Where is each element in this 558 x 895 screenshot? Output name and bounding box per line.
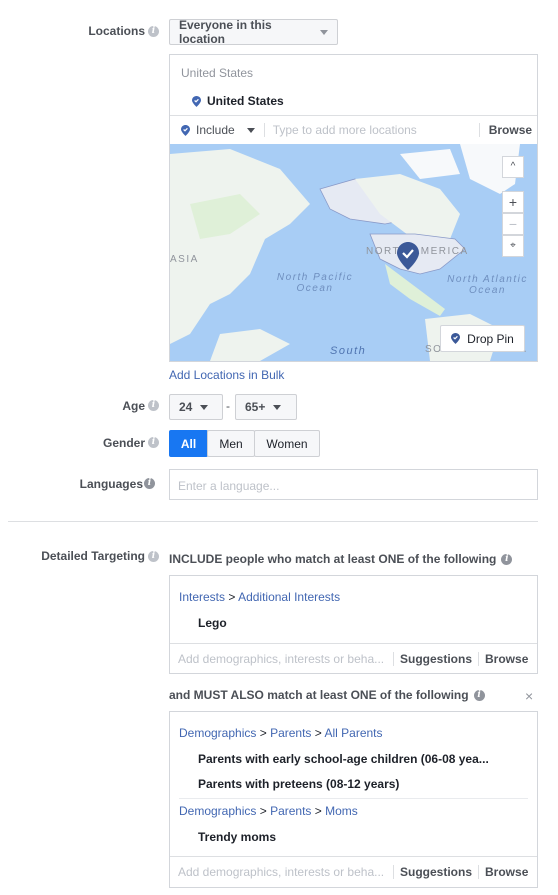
category-path[interactable]: Interests > Additional Interests — [179, 590, 340, 604]
include-search-input[interactable]: Add demographics, interests or beha... — [178, 652, 393, 666]
map-label: North Pacific Ocean — [276, 272, 354, 294]
add-locations-bulk-link[interactable]: Add Locations in Bulk — [169, 368, 284, 382]
targeting-item[interactable]: Trendy moms — [198, 830, 276, 844]
gender-women-button[interactable]: Women — [254, 430, 320, 457]
age-min-dropdown[interactable]: 24 — [169, 394, 223, 420]
category-path[interactable]: Demographics > Parents > All Parents — [179, 726, 383, 740]
targeting-item[interactable]: Parents with early school-age children (… — [198, 752, 489, 766]
location-box: United States United States Include Type… — [169, 54, 538, 362]
must-search-input[interactable]: Add demographics, interests or beha... — [178, 865, 393, 879]
chevron-down-icon — [200, 404, 209, 410]
map-label: ASIA — [170, 254, 199, 265]
age-separator: - — [226, 399, 230, 413]
must-search-row: Add demographics, interests or beha... S… — [170, 856, 537, 887]
location-pin-icon — [181, 124, 190, 136]
chevron-down-icon — [273, 404, 282, 410]
location-pin-icon — [192, 95, 201, 107]
map[interactable]: ASIA NORTH AMERICA North Pacific Ocean N… — [170, 144, 537, 361]
chevron-down-icon — [320, 29, 328, 35]
zoom-in-button[interactable]: + — [502, 191, 524, 213]
detailed-targeting-label: Detailed Targeting — [41, 549, 145, 563]
include-dropdown[interactable]: Include — [181, 123, 255, 137]
age-max-dropdown[interactable]: 65+ — [235, 394, 297, 420]
group-divider — [179, 798, 528, 799]
location-pin-icon — [451, 333, 461, 344]
targeting-item[interactable]: Parents with preteens (08-12 years) — [198, 777, 399, 791]
browse-button[interactable]: Browse — [485, 865, 528, 879]
category-path[interactable]: Demographics > Parents > Moms — [179, 804, 358, 818]
map-label: South — [330, 345, 367, 357]
recenter-button[interactable]: ⌖ — [502, 235, 524, 257]
include-search-row: Add demographics, interests or beha... S… — [170, 643, 537, 673]
languages-label: Languages — [79, 477, 143, 491]
suggestions-button[interactable]: Suggestions — [400, 652, 472, 666]
chevron-down-icon — [246, 127, 255, 133]
gender-all-button[interactable]: All — [169, 430, 208, 457]
must-box: Demographics > Parents > All Parents Par… — [169, 711, 538, 888]
location-search-input[interactable]: Type to add more locations — [273, 123, 473, 137]
gender-men-button[interactable]: Men — [207, 430, 255, 457]
include-box: Interests > Additional Interests Lego Ad… — [169, 575, 538, 674]
map-collapse-button[interactable]: ^ — [502, 156, 524, 178]
info-icon[interactable]: i — [473, 689, 485, 701]
gender-label: Gender — [102, 436, 145, 450]
include-heading: INCLUDE people who match at least ONE of… — [169, 552, 513, 566]
map-label: North Atlantic Ocean — [447, 274, 528, 296]
info-icon[interactable]: i — [148, 437, 159, 448]
must-heading: and MUST ALSO match at least ONE of the … — [169, 688, 485, 702]
location-group-header: United States — [181, 66, 254, 80]
info-icon[interactable]: i — [148, 26, 159, 37]
targeting-item[interactable]: Lego — [198, 616, 227, 630]
browse-locations-button[interactable]: Browse — [489, 123, 532, 137]
selected-location[interactable]: United States — [192, 94, 284, 108]
info-icon[interactable]: i — [144, 478, 155, 489]
language-input[interactable]: Enter a language... — [169, 469, 538, 500]
info-icon[interactable]: i — [148, 400, 159, 411]
info-icon[interactable]: i — [148, 551, 159, 562]
close-icon[interactable]: × — [525, 688, 533, 704]
browse-button[interactable]: Browse — [485, 652, 528, 666]
location-search-row: Include Type to add more locations Brows… — [170, 115, 537, 144]
suggestions-button[interactable]: Suggestions — [400, 865, 472, 879]
location-type-dropdown[interactable]: Everyone in this location — [169, 18, 338, 46]
locations-label: Locations — [88, 24, 145, 38]
map-marker-icon — [397, 242, 419, 270]
zoom-out-button[interactable]: − — [502, 213, 524, 235]
drop-pin-button[interactable]: Drop Pin — [440, 325, 525, 352]
focus-icon: ⌖ — [510, 240, 516, 251]
info-icon[interactable]: i — [501, 553, 513, 565]
age-label: Age — [122, 399, 145, 413]
divider — [8, 521, 538, 522]
